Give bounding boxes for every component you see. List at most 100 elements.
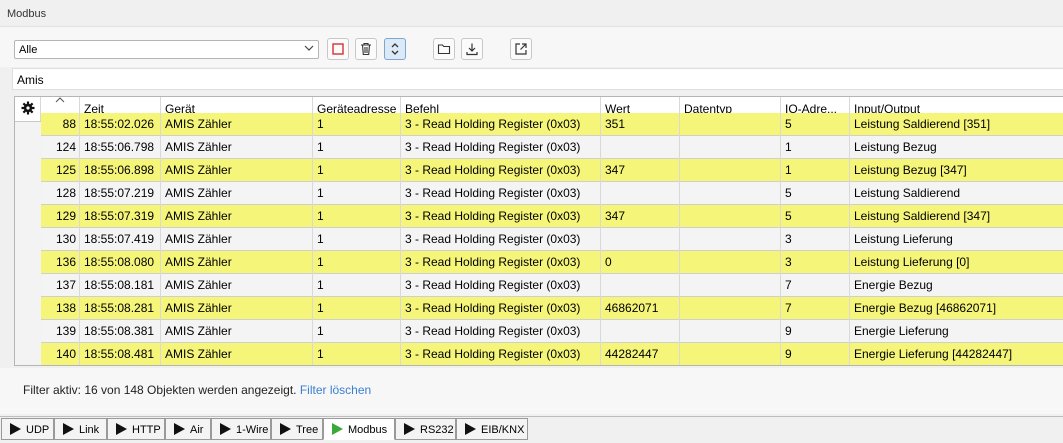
cell-datentyp	[680, 159, 781, 182]
gear-icon	[21, 101, 35, 115]
cell-zeit: 18:55:07.419	[80, 228, 161, 251]
cell-wert: 347	[601, 159, 680, 182]
tab-air[interactable]: Air	[165, 418, 211, 440]
cell-geraet: AMIS Zähler	[161, 182, 313, 205]
tab-rs232[interactable]: RS232	[395, 418, 456, 440]
cell-io-adresse: 9	[781, 343, 850, 365]
cell-input-output: Energie Lieferung [44282447]	[854, 347, 1013, 361]
cell-geraeteadresse: 1	[313, 320, 401, 343]
export-icon	[515, 43, 527, 55]
cell-geraet: AMIS Zähler	[161, 251, 313, 274]
tab-udp[interactable]: UDP	[1, 418, 54, 440]
window-title-bar: Modbus	[0, 0, 1063, 27]
sort-ascending-icon	[55, 97, 65, 103]
cell-io-adresse: 9	[781, 320, 850, 343]
cell-zeit: 18:55:08.381	[80, 320, 161, 343]
cell-datentyp	[680, 182, 781, 205]
autoscroll-icon	[391, 43, 399, 55]
table-row[interactable]: 124 18:55:06.798 AMIS Zähler 1 3 - Read Hold…	[41, 136, 1063, 159]
table-row[interactable]: 136 18:55:08.080 AMIS Zähler 1 3 - Read Hold…	[41, 251, 1063, 274]
tab-tree[interactable]: Tree	[271, 418, 323, 440]
table-row[interactable]: 140 18:55:08.481 AMIS Zähler 1 3 - Read Hold…	[41, 343, 1063, 365]
play-icon	[10, 423, 21, 435]
tab-eib-knx[interactable]: EIB/KNX	[456, 418, 528, 440]
tab-label: RS232	[420, 424, 454, 436]
cell-geraeteadresse: 1	[313, 159, 401, 182]
tab-link[interactable]: Link	[54, 418, 107, 440]
cell-input-output: Leistung Saldierend [351]	[854, 117, 991, 131]
open-folder-icon	[437, 44, 451, 55]
table-row[interactable]: 128 18:55:07.219 AMIS Zähler 1 3 - Read Hold…	[41, 182, 1063, 205]
cell-befehl: 3 - Read Holding Register (0x03)	[401, 320, 601, 343]
tab-label: Modbus	[348, 424, 388, 436]
cell-geraeteadresse: 1	[313, 228, 401, 251]
cell-geraeteadresse: 1	[313, 274, 401, 297]
play-icon	[174, 423, 185, 435]
cell-id: 125	[41, 159, 80, 182]
cell-befehl: 3 - Read Holding Register (0x03)	[401, 251, 601, 274]
cell-befehl: 3 - Read Holding Register (0x03)	[401, 136, 601, 159]
cell-geraeteadresse: 1	[313, 343, 401, 365]
table-row[interactable]: 139 18:55:08.381 AMIS Zähler 1 3 - Read Hold…	[41, 320, 1063, 343]
cell-io-adresse: 3	[781, 251, 850, 274]
tab-modbus[interactable]: Modbus	[323, 418, 395, 440]
cell-geraet: AMIS Zähler	[161, 228, 313, 251]
cell-io-adresse: 5	[781, 113, 850, 136]
table-row[interactable]: 130 18:55:07.419 AMIS Zähler 1 3 - Read Hold…	[41, 228, 1063, 251]
cell-io-adresse: 1	[781, 136, 850, 159]
stop-button[interactable]	[327, 38, 349, 60]
cell-id: 124	[41, 136, 80, 159]
cell-zeit: 18:55:07.219	[80, 182, 161, 205]
cell-geraeteadresse: 1	[313, 182, 401, 205]
play-icon	[116, 423, 127, 435]
table-row[interactable]: 129 18:55:07.319 AMIS Zähler 1 3 - Read Hold…	[41, 205, 1063, 228]
autoscroll-button[interactable]	[384, 38, 406, 60]
cell-io-adresse: 7	[781, 274, 850, 297]
delete-button[interactable]	[355, 38, 377, 60]
table-row[interactable]: 138 18:55:08.281 AMIS Zähler 1 3 - Read Hold…	[41, 297, 1063, 320]
cell-geraeteadresse: 1	[313, 205, 401, 228]
tab-label: EIB/KNX	[481, 424, 525, 436]
cell-wert	[601, 136, 680, 159]
cell-zeit: 18:55:02.026	[80, 113, 161, 136]
filter-status: Filter aktiv: 16 von 148 Objekten werden…	[23, 383, 371, 397]
tab-http[interactable]: HTTP	[107, 418, 165, 440]
cell-wert: 0	[601, 251, 680, 274]
table-row[interactable]: 137 18:55:08.181 AMIS Zähler 1 3 - Read Hold…	[41, 274, 1063, 297]
cell-datentyp	[680, 113, 781, 136]
tab-1-wire[interactable]: 1-Wire	[211, 418, 271, 440]
cell-geraet: AMIS Zähler	[161, 343, 313, 365]
table-row[interactable]: 88 18:55:02.026 AMIS Zähler 1 3 - Read Holdi…	[41, 113, 1063, 136]
cell-geraet: AMIS Zähler	[161, 297, 313, 320]
cell-input-output: Energie Bezug	[854, 278, 933, 292]
cell-input-output: Leistung Saldierend [347]	[854, 209, 991, 223]
download-button[interactable]	[461, 38, 483, 60]
cell-zeit: 18:55:06.898	[80, 159, 161, 182]
cell-io-adresse: 5	[781, 205, 850, 228]
cell-datentyp	[680, 251, 781, 274]
export-button[interactable]	[510, 38, 532, 60]
tab-label: Link	[79, 424, 100, 436]
cell-datentyp	[680, 343, 781, 365]
cell-befehl: 3 - Read Holding Register (0x03)	[401, 205, 601, 228]
open-folder-button[interactable]	[433, 38, 455, 60]
column-settings-button[interactable]	[15, 97, 41, 121]
status-bar: Filter aktiv: 16 von 148 Objekten werden…	[0, 368, 1063, 414]
cell-wert: 44282447	[601, 343, 680, 365]
clear-filter-link[interactable]: Filter löschen	[300, 383, 371, 397]
filter-select[interactable]: Alle	[14, 40, 319, 59]
cell-input-output: Leistung Saldierend	[854, 186, 961, 200]
cell-wert	[601, 182, 680, 205]
cell-id: 137	[41, 274, 80, 297]
chevron-down-icon	[304, 45, 314, 51]
cell-geraeteadresse: 1	[313, 113, 401, 136]
cell-input-output: Energie Bezug [46862071]	[854, 301, 997, 315]
cell-befehl: 3 - Read Holding Register (0x03)	[401, 228, 601, 251]
table-row[interactable]: 125 18:55:06.898 AMIS Zähler 1 3 - Read Hold…	[41, 159, 1063, 182]
filter-select-value: Alle	[19, 44, 38, 56]
download-icon	[466, 43, 478, 56]
tab-label: Air	[190, 424, 204, 436]
cell-input-output: Energie Lieferung	[854, 324, 949, 338]
cell-befehl: 3 - Read Holding Register (0x03)	[401, 113, 601, 136]
cell-geraet: AMIS Zähler	[161, 205, 313, 228]
